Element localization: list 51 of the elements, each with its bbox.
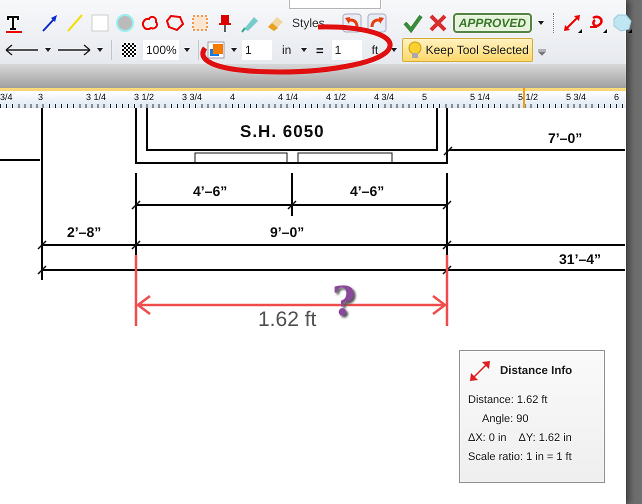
dimension-label: 4’–6”	[350, 183, 384, 199]
ruler-label: 3 3/4	[182, 92, 202, 102]
approved-stamp[interactable]: APPROVED	[452, 13, 532, 33]
dimension-label: 4’–6”	[193, 183, 228, 199]
dimension-label: 2’–8”	[67, 224, 102, 240]
ruler-label: 6	[614, 92, 620, 102]
checkerboard-icon[interactable]	[119, 40, 139, 60]
checkmark-icon[interactable]	[402, 13, 423, 33]
scale-value-field[interactable]: 1	[332, 40, 362, 60]
zoom-field[interactable]	[289, 0, 381, 9]
scale-ratio-text: Scale ratio: 1 in = 1 ft	[468, 450, 573, 465]
text-icon[interactable]	[4, 13, 24, 33]
panel-title: Distance Info	[500, 365, 572, 377]
ruler-label: 3	[38, 92, 44, 102]
cross-icon[interactable]	[428, 13, 448, 33]
ruler-label: 3/4	[0, 92, 13, 102]
equals-sign: =	[316, 42, 324, 58]
scale-unit-dropdown[interactable]: in	[282, 43, 296, 57]
ruler-label: 3 1/2	[134, 92, 154, 102]
ruler-label: 5 1/2	[518, 92, 538, 102]
ruler-label: 5 3/4	[566, 92, 586, 102]
dimension-label: 7’–0”	[548, 130, 582, 146]
dimension-label: 9’–0”	[270, 224, 304, 240]
room-label: S.H. 6050	[240, 122, 325, 142]
color-swatch-icon[interactable]	[206, 40, 226, 60]
ruler-position-marker	[523, 88, 525, 108]
keep-tool-selected-button[interactable]: Keep Tool Selected	[402, 38, 533, 62]
cloud-icon[interactable]	[140, 13, 160, 33]
ruler-label: 4	[230, 92, 236, 102]
scale-unit-dropdown[interactable]: ft	[372, 43, 386, 57]
scale-value-field[interactable]: 1	[242, 40, 272, 60]
dimension-label: 31’–4”	[559, 251, 602, 267]
ruler-label: 3 1/4	[86, 92, 106, 102]
double-arrow-icon[interactable]	[562, 13, 582, 33]
ruler-label: 4 3/4	[374, 92, 394, 102]
delta-y-text: ΔY: 1.62 in	[518, 431, 572, 446]
polygon-icon[interactable]	[165, 13, 185, 33]
measurement-label: 1.62 ft	[258, 308, 316, 332]
arrow-pen-icon[interactable]	[40, 13, 60, 33]
ruler-label: 5	[422, 92, 428, 102]
angle-text: Angle: 90	[481, 412, 530, 427]
ruler-label: 4 1/4	[278, 92, 298, 102]
loop-icon[interactable]	[587, 13, 608, 33]
ruler-label: 4 1/2	[326, 92, 346, 102]
redo-icon[interactable]	[366, 13, 387, 33]
double-arrow-icon	[468, 359, 492, 383]
distance-text: Distance: 1.62 ft	[468, 393, 548, 408]
delta-x-text: ΔX: 0 in	[468, 431, 507, 446]
ruler-label: 5 1/4	[470, 92, 490, 102]
lightbulb-icon	[406, 40, 424, 60]
opacity-field[interactable]: 100%	[143, 40, 179, 60]
